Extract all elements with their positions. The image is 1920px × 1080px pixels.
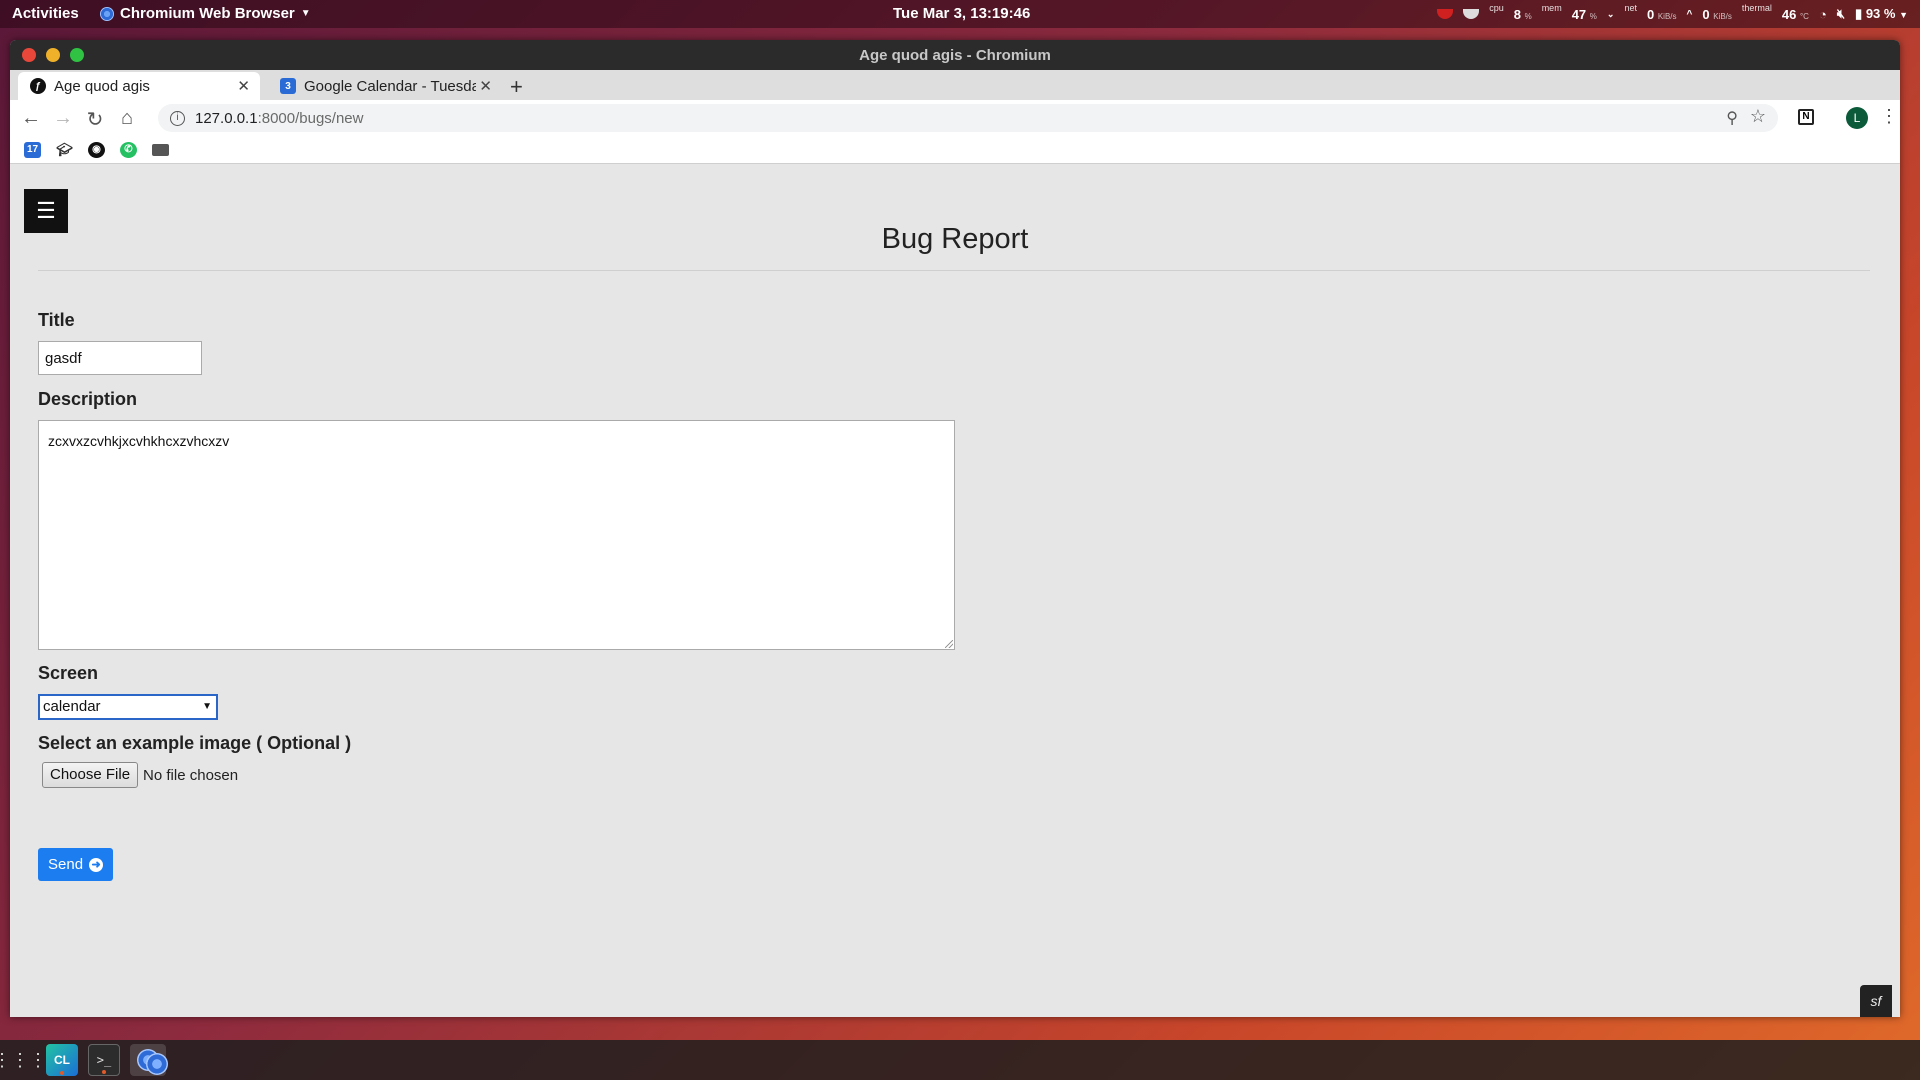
page-content: ☰ Bug Report Title Description zcxvxzcvh… — [10, 174, 1900, 1017]
chevron-down-icon: ⌄ — [1606, 8, 1615, 19]
site-info-icon[interactable]: i — [170, 110, 185, 126]
chromium-dock-icon[interactable] — [130, 1044, 168, 1076]
tab-label: Google Calendar - Tuesda — [304, 77, 476, 95]
send-button[interactable]: Send ➜ — [38, 848, 114, 881]
net-down-value: 0 KiB/s — [1646, 6, 1677, 22]
window-title: Age quod agis - Chromium — [859, 47, 1051, 64]
new-tab-button[interactable]: + — [510, 74, 523, 100]
bookmark-folder-icon[interactable] — [152, 144, 169, 156]
tab-google-calendar[interactable]: 3 Google Calendar - Tuesda ✕ — [268, 72, 502, 100]
browser-toolbar: ← → ↻ ⌂ i 127.0.0.1:8000/bugs/new ⚲ ☆ N … — [10, 100, 1900, 136]
thermal-label: thermal — [1741, 3, 1772, 13]
upload-arrow-icon: ^ — [1686, 8, 1693, 20]
tab-age-quod-agis[interactable]: ƒ Age quod agis ✕ — [18, 72, 260, 100]
file-input[interactable]: Choose File No file chosen — [42, 762, 238, 788]
app-menu-label: Chromium Web Browser — [120, 5, 295, 22]
calendar-favicon-icon: 3 — [280, 78, 296, 94]
net-label: net — [1624, 3, 1637, 13]
symfony-toolbar-icon[interactable]: sf — [1860, 985, 1892, 1017]
chevron-down-icon: ▼ — [1899, 10, 1908, 20]
mem-value: 47 % — [1571, 6, 1597, 22]
file-status: No file chosen — [143, 766, 239, 784]
title-input[interactable] — [38, 341, 202, 375]
choose-file-button[interactable]: Choose File — [42, 762, 139, 788]
description-textarea[interactable]: zcxvxzcvhkjxcvhkhcxzvhcxzv — [38, 420, 955, 650]
address-bar[interactable]: i 127.0.0.1:8000/bugs/new ⚲ ☆ — [158, 104, 1778, 132]
caffeine-icon[interactable] — [1463, 9, 1480, 19]
image-label: Select an example image ( Optional ) — [38, 733, 352, 753]
running-indicator — [60, 1071, 64, 1075]
dropdown-arrow-icon: ▼ — [202, 701, 212, 712]
show-applications-icon[interactable]: ⋮⋮⋮ — [0, 1044, 47, 1076]
bookmark-github-icon[interactable]: ◉ — [88, 142, 105, 158]
chromium-icon — [100, 6, 114, 21]
symfony-favicon-icon: ƒ — [30, 78, 46, 94]
window-titlebar[interactable]: Age quod agis - Chromium — [10, 40, 1900, 70]
thermal-value: 46 °C — [1781, 6, 1809, 22]
running-indicator — [146, 1053, 168, 1075]
reload-icon[interactable]: ↻ — [84, 107, 106, 132]
cpu-label: cpu — [1489, 3, 1504, 13]
dock: ⋮⋮⋮ CL >_ — [0, 1040, 1920, 1080]
profile-avatar[interactable]: L — [1846, 107, 1868, 129]
app-menu[interactable]: Chromium Web Browser ▼ — [100, 5, 311, 22]
notion-extension-icon[interactable]: N — [1798, 109, 1814, 125]
screen-label: Screen — [38, 663, 99, 683]
page-title: Bug Report — [881, 223, 1029, 255]
activities-button[interactable]: Activities — [12, 5, 79, 22]
home-icon[interactable]: ⌂ — [116, 107, 138, 130]
bookmark-star-icon[interactable]: ☆ — [1750, 106, 1766, 127]
forward-arrow-icon[interactable]: → — [52, 107, 74, 130]
battery-indicator[interactable]: ▮ 93 % ▼ — [1855, 6, 1908, 22]
send-label: Send — [48, 856, 84, 873]
title-label: Title — [38, 310, 75, 330]
url-path: :8000/bugs/new — [257, 109, 364, 127]
net-up-value: 0 KiB/s — [1702, 6, 1732, 22]
back-arrow-icon[interactable]: ← — [20, 107, 42, 130]
volume-muted-icon[interactable]: 🔇︎ — [1837, 6, 1845, 22]
zoom-icon[interactable]: ⚲ — [1726, 108, 1738, 128]
tab-label: Age quod agis — [54, 77, 150, 95]
bookmark-calendar-icon[interactable]: 17 — [24, 142, 41, 158]
clock[interactable]: Tue Mar 3, 13:19:46 — [893, 5, 1030, 22]
bookmark-whatsapp-icon[interactable]: ✆ — [120, 142, 137, 158]
bookmarks-bar: 17 🎓︎ ◉ ✆ — [10, 136, 1900, 164]
close-tab-icon[interactable]: ✕ — [479, 77, 492, 95]
screen-select[interactable]: calendar ▼ — [38, 694, 218, 720]
bookmark-graduation-cap-icon[interactable]: 🎓︎ — [56, 142, 73, 158]
textarea-resize-handle[interactable] — [945, 640, 953, 648]
mem-label: mem — [1541, 3, 1562, 13]
title-divider — [38, 270, 1870, 271]
system-top-bar: Activities Chromium Web Browser ▼ Tue Ma… — [0, 0, 1920, 28]
battery-icon: ▮ — [1855, 6, 1863, 21]
close-tab-icon[interactable]: ✕ — [237, 77, 250, 95]
tab-strip: ƒ Age quod agis ✕ 3 Google Calendar - Tu… — [10, 70, 1900, 100]
indicator-icon[interactable] — [1437, 9, 1454, 19]
screen-select-value: calendar — [43, 698, 101, 715]
browser-window: Age quod agis - Chromium ƒ Age quod agis… — [10, 40, 1900, 1017]
description-label: Description — [38, 389, 138, 409]
running-indicator — [102, 1070, 106, 1074]
more-menu-icon[interactable]: ⋮ — [1880, 106, 1898, 127]
clion-icon[interactable]: CL — [46, 1044, 78, 1076]
arrow-circle-right-icon: ➜ — [89, 857, 104, 872]
system-tray[interactable]: cpu 8 % mem 47 % ⌄ net 0 KiB/s ^ 0 KiB/s… — [1437, 0, 1908, 28]
chevron-down-icon: ▼ — [300, 8, 311, 19]
cpu-value: 8 % — [1513, 6, 1532, 22]
wifi-icon[interactable]: ◔ — [1819, 7, 1827, 22]
url-host: 127.0.0.1 — [195, 109, 258, 127]
terminal-icon[interactable]: >_ — [88, 1044, 120, 1076]
